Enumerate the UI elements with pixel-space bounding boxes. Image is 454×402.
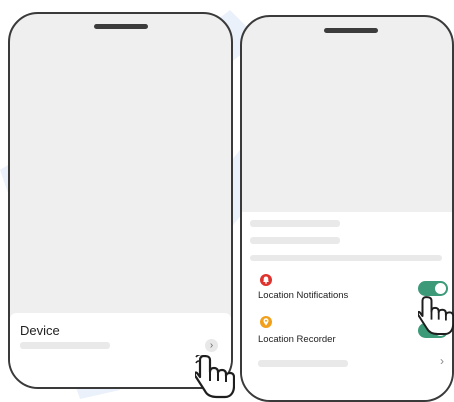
placeholder-bar [258, 360, 348, 367]
hand-pointer-icon [418, 296, 454, 335]
placeholder-bar [250, 237, 340, 244]
chevron-right-icon[interactable]: › [205, 339, 218, 352]
device-label: Device [20, 323, 60, 338]
hand-pointer-icon [195, 355, 235, 399]
bell-icon [260, 274, 272, 286]
location-pin-icon [260, 316, 272, 328]
placeholder-bar [250, 255, 442, 261]
placeholder-bar [250, 220, 340, 227]
right-phone: Location Notifications Location Recorder… [240, 15, 454, 402]
location-recorder-label: Location Recorder [258, 334, 336, 345]
location-notifications-label: Location Notifications [258, 290, 349, 301]
left-phone: Device › [8, 12, 233, 389]
toggle-knob [435, 283, 446, 294]
chevron-right-icon[interactable]: › [440, 354, 444, 368]
notch [324, 28, 378, 33]
placeholder-bar [20, 342, 110, 349]
notch [94, 24, 148, 29]
